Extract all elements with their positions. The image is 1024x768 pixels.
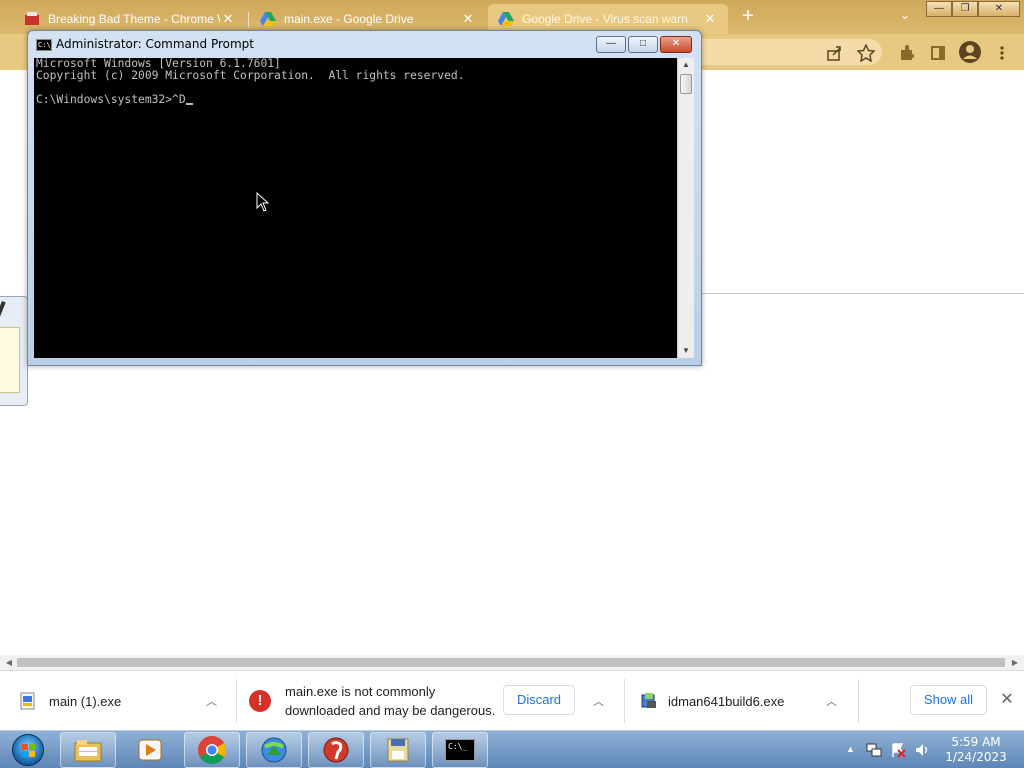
system-clock[interactable]: 5:59 AM 1/24/2023 [936, 735, 1016, 765]
chrome-tab-strip: Breaking Bad Theme - Chrome W ✕ main.exe… [0, 0, 1024, 34]
taskbar-windows-explorer[interactable] [60, 732, 116, 768]
taskbar-media-player[interactable] [122, 732, 178, 768]
download-item-main-1-exe[interactable]: main (1).exe [20, 671, 121, 731]
danger-warning-icon: ! [249, 690, 271, 712]
scrollbar-thumb[interactable] [680, 74, 692, 94]
page-divider [700, 293, 1024, 294]
tab-title: main.exe - Google Drive [284, 12, 414, 26]
download-item-idman[interactable]: idman641build6.exe [640, 671, 784, 731]
share-icon[interactable] [824, 43, 844, 63]
close-icon[interactable]: ✕ [460, 11, 476, 27]
google-drive-favicon-icon [260, 11, 276, 27]
installer-file-icon [640, 692, 656, 710]
warning-line: main.exe is not commonly [285, 684, 436, 699]
close-icon[interactable]: ✕ [998, 691, 1016, 709]
tab-search-button[interactable]: ⌄ [896, 8, 914, 26]
tab-title: Breaking Bad Theme - Chrome W [48, 12, 220, 26]
console-scrollbar[interactable]: ▲ ▼ [677, 58, 694, 358]
show-hidden-icons-button[interactable]: ▲ [846, 744, 855, 754]
scroll-right-arrow-icon[interactable]: ▶ [1008, 655, 1022, 670]
action-center-flag-icon[interactable] [890, 742, 906, 758]
close-icon[interactable]: ✕ [702, 11, 718, 27]
console-line: Copyright (c) 2009 Microsoft Corporation… [36, 69, 465, 82]
breaking-bad-favicon-icon [24, 11, 40, 27]
side-panel-icon[interactable] [928, 43, 948, 63]
windows-explorer-icon [74, 740, 102, 762]
clock-time: 5:59 AM [951, 735, 1001, 749]
windows-logo-icon [12, 734, 44, 766]
command-prompt-icon: C:\_ [36, 39, 55, 51]
window-minimize-button[interactable]: — [926, 1, 952, 17]
taskbar-folder[interactable] [370, 732, 426, 768]
window-maximize-button[interactable]: ❐ [952, 1, 978, 17]
folder-icon [387, 738, 409, 762]
profile-icon[interactable] [958, 40, 982, 64]
chevron-up-icon[interactable]: ︿ [206, 693, 217, 709]
mouse-cursor-icon [256, 192, 270, 212]
shelf-separator [236, 679, 237, 723]
shelf-separator [624, 679, 625, 723]
internet-download-manager-icon [261, 737, 287, 763]
tab-separator [248, 12, 249, 28]
power-icon [323, 737, 349, 763]
shelf-separator [858, 679, 859, 723]
taskbar-power-app[interactable] [308, 732, 364, 768]
close-button[interactable]: ✕ [660, 36, 692, 53]
start-button[interactable] [2, 732, 54, 768]
page-horizontal-scrollbar[interactable]: ◀ ▶ [0, 655, 1024, 670]
tab-title: Google Drive - Virus scan warn [522, 12, 688, 26]
notepad-icon [0, 327, 20, 393]
console-text: Microsoft Windows [Version 6.1.7601] Cop… [36, 58, 464, 106]
download-warning-text: main.exe is not commonly downloaded and … [285, 682, 495, 720]
command-prompt-icon: C:\_ [445, 739, 475, 761]
chevron-up-icon[interactable]: ︿ [826, 693, 837, 709]
warning-line: downloaded and may be dangerous. [285, 703, 496, 718]
chevron-up-icon[interactable]: ︿ [593, 693, 604, 709]
chrome-icon [198, 736, 226, 764]
bookmark-star-icon[interactable] [856, 43, 876, 63]
menu-icon[interactable] [992, 43, 1012, 63]
scrollbar-thumb[interactable] [17, 658, 1005, 667]
google-drive-favicon-icon [498, 11, 514, 27]
taskbar-internet-download-manager[interactable] [246, 732, 302, 768]
minimize-button[interactable]: — [596, 36, 626, 53]
taskbar-command-prompt[interactable]: C:\_ [432, 732, 488, 768]
clock-date: 1/24/2023 [945, 750, 1007, 764]
network-icon[interactable] [866, 742, 882, 758]
window-title: Administrator: Command Prompt [56, 37, 254, 51]
taskbar-chrome[interactable] [184, 732, 240, 768]
discard-button[interactable]: Discard [503, 685, 575, 715]
console-prompt-line: C:\Windows\system32>^D [36, 93, 186, 106]
show-all-button[interactable]: Show all [910, 685, 987, 715]
command-prompt-window[interactable]: C:\_ Administrator: Command Prompt — □ ✕… [27, 30, 702, 366]
close-icon[interactable]: ✕ [220, 11, 236, 27]
download-filename: idman641build6.exe [668, 693, 785, 709]
exe-file-icon [20, 692, 36, 710]
scroll-left-arrow-icon[interactable]: ◀ [2, 655, 16, 670]
scroll-down-arrow-icon[interactable]: ▼ [678, 344, 694, 358]
windows-taskbar: C:\_ ▲ 5:59 AM 1/24/2023 [0, 730, 1024, 768]
text-caret [185, 103, 193, 105]
extensions-icon[interactable] [896, 43, 916, 63]
download-shelf: main (1).exe ︿ ! main.exe is not commonl… [0, 670, 1024, 730]
console-output[interactable]: Microsoft Windows [Version 6.1.7601] Cop… [34, 58, 677, 358]
background-window[interactable] [0, 296, 28, 406]
media-player-icon [138, 739, 162, 761]
new-tab-button[interactable]: + [738, 6, 758, 28]
scroll-up-arrow-icon[interactable]: ▲ [678, 58, 694, 72]
window-close-button[interactable]: ✕ [978, 1, 1020, 17]
download-filename: main (1).exe [49, 693, 122, 709]
maximize-button[interactable]: □ [628, 36, 658, 53]
volume-icon[interactable] [914, 742, 930, 758]
